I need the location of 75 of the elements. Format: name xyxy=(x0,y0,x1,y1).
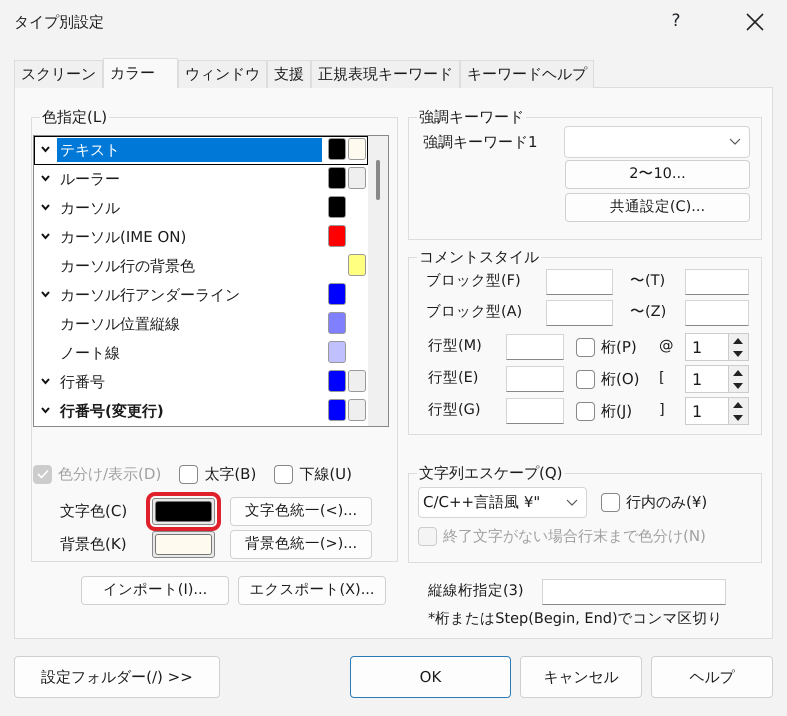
check-icon xyxy=(36,469,48,480)
text-field[interactable] xyxy=(506,366,564,392)
field-label: 文字色(C) xyxy=(60,501,128,522)
dialog-button[interactable]: キャンセル xyxy=(520,656,642,698)
color-picker-button[interactable] xyxy=(152,531,215,558)
dialog-button[interactable]: 設定フォルダー(/) >> xyxy=(14,656,220,698)
field-label: 行型(M) xyxy=(428,337,483,356)
tab[interactable]: キーワードヘルプ xyxy=(460,60,594,88)
tab[interactable]: スクリーン xyxy=(14,60,103,88)
list-item[interactable]: ルーラー xyxy=(34,165,368,194)
text-field[interactable] xyxy=(684,300,749,326)
field-label: 行型(E) xyxy=(428,369,480,388)
checkbox[interactable]: 行内のみ(¥) xyxy=(600,491,708,514)
field-label: ] xyxy=(658,401,666,420)
field-label: 強調キーワード1 xyxy=(422,132,539,153)
group-title: 強調キーワード xyxy=(416,107,526,127)
dropdown[interactable]: C/C++言語風 ¥" xyxy=(418,487,587,518)
dialog-button[interactable]: 共通設定(C)... xyxy=(564,193,750,222)
field-label: ブロック型(F) xyxy=(426,272,522,291)
dialog-button[interactable]: 2〜10... xyxy=(564,160,750,189)
list-item[interactable]: 行番号(変更行) xyxy=(34,397,368,426)
list-item[interactable]: カーソル行の背景色 xyxy=(34,252,368,281)
list-item[interactable]: カーソル(IME ON) xyxy=(34,223,368,252)
field-label: 〜(Z) xyxy=(630,302,668,322)
dialog-button[interactable]: エクスポート(X)... xyxy=(238,576,386,605)
checkbox[interactable]: 桁(P) xyxy=(576,336,659,358)
text-field[interactable] xyxy=(546,300,613,326)
checkbox[interactable]: 下線(U) xyxy=(274,463,352,486)
group-title: 色指定(L) xyxy=(40,107,110,127)
group-title: 文字列エスケープ(Q) xyxy=(416,463,564,483)
text-field[interactable] xyxy=(684,268,749,294)
tab[interactable]: 正規表現キーワード xyxy=(311,60,460,88)
down-arrow-icon[interactable] xyxy=(733,414,744,420)
field-label: [ xyxy=(658,369,666,388)
checkbox[interactable]: 桁(J) xyxy=(576,400,659,422)
apply-button[interactable]: 背景色統一(>)... xyxy=(230,530,372,559)
spin-box[interactable]: 1 xyxy=(684,365,749,393)
text-field[interactable] xyxy=(506,398,564,424)
dialog-button[interactable]: インポート(I)... xyxy=(81,576,229,605)
up-arrow-icon[interactable] xyxy=(733,338,744,344)
spin-box[interactable]: 1 xyxy=(684,397,749,425)
field-label: 〜(T) xyxy=(630,272,666,291)
field-label: ブロック型(A) xyxy=(426,302,524,322)
dialog-button[interactable]: ヘルプ xyxy=(651,656,773,698)
text-field[interactable] xyxy=(542,579,726,605)
field-label: 背景色(K) xyxy=(60,534,128,556)
list-item[interactable]: ノート線 xyxy=(34,339,368,368)
dialog-button[interactable]: OK xyxy=(350,656,511,698)
tab[interactable]: 支援 xyxy=(267,60,311,88)
checkbox[interactable]: 太字(B) xyxy=(179,463,256,486)
tab[interactable]: ウィンドウ xyxy=(178,60,267,88)
list-item[interactable]: カーソル行アンダーライン xyxy=(34,281,368,310)
field-label: 行型(G) xyxy=(428,401,482,420)
down-arrow-icon[interactable] xyxy=(733,350,744,356)
list-item[interactable]: 行番号 xyxy=(34,368,368,397)
help-button[interactable]: ? xyxy=(661,9,691,35)
list-item[interactable]: カーソル位置縦線 xyxy=(34,310,368,339)
text-field[interactable] xyxy=(506,334,564,360)
close-icon xyxy=(746,13,764,31)
window-title: タイプ別設定 xyxy=(14,12,104,33)
apply-button[interactable]: 文字色統一(<)... xyxy=(230,497,372,526)
field-label: 縦線桁指定(3) xyxy=(428,582,525,602)
checkbox[interactable]: 桁(O) xyxy=(576,368,659,390)
scrollbar-thumb[interactable] xyxy=(376,160,380,200)
chevron-down-icon xyxy=(728,138,741,146)
list-item[interactable]: カーソル xyxy=(34,194,368,223)
field-label: @ xyxy=(658,337,674,356)
down-arrow-icon[interactable] xyxy=(733,382,744,388)
tab[interactable]: カラー xyxy=(103,58,178,88)
text-field[interactable] xyxy=(546,268,613,294)
chevron-down-icon xyxy=(566,498,578,506)
spin-box[interactable]: 1 xyxy=(684,333,749,361)
up-arrow-icon[interactable] xyxy=(733,402,744,408)
note-text: *桁またはStep(Begin, End)でコンマ区切り xyxy=(428,610,724,629)
up-arrow-icon[interactable] xyxy=(733,370,744,376)
